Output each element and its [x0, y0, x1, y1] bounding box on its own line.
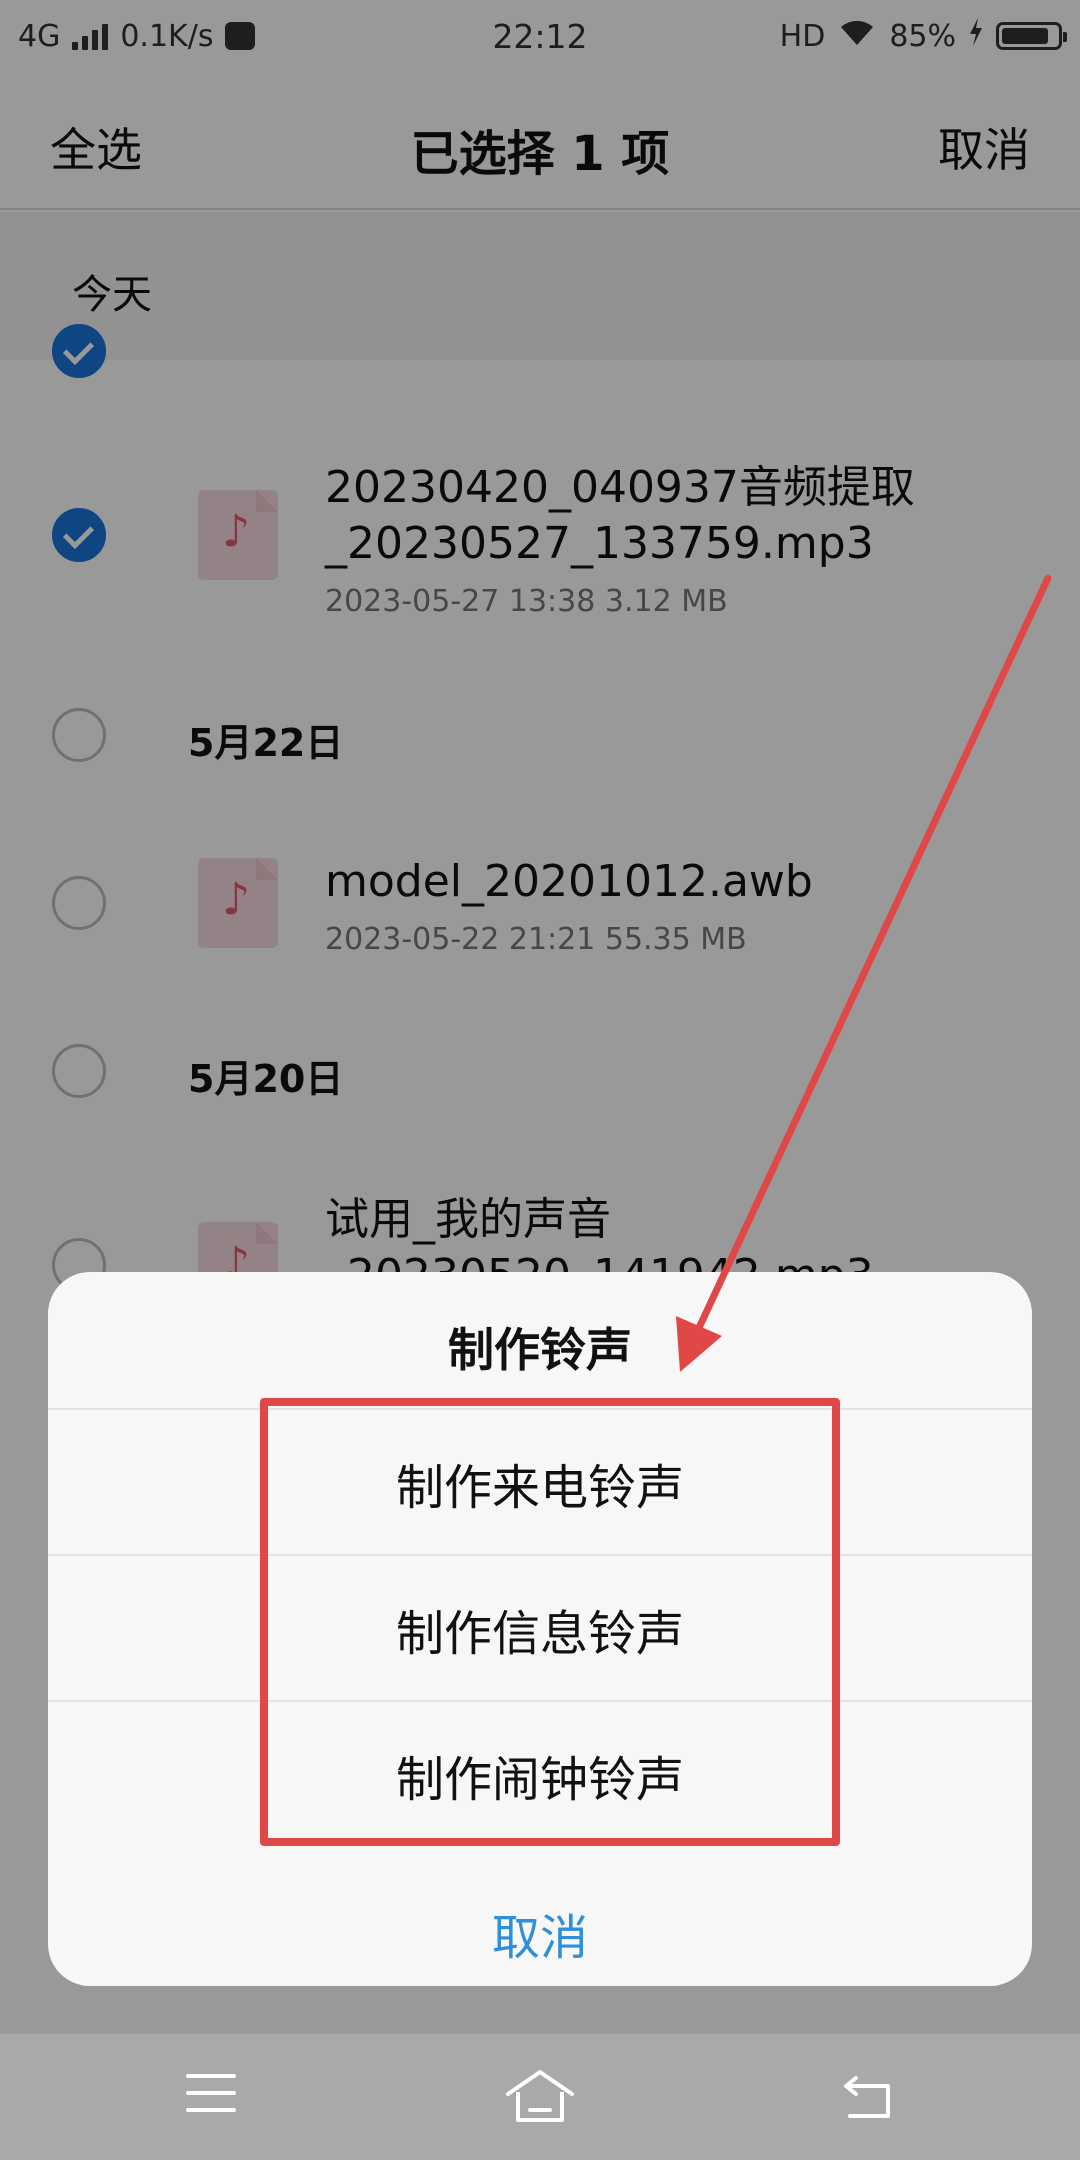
home-icon[interactable] [504, 2066, 576, 2126]
navigation-bar [0, 2034, 1080, 2160]
annotation-arrow [676, 574, 1052, 1372]
menu-icon[interactable] [186, 2074, 236, 2125]
back-icon[interactable] [840, 2072, 896, 2122]
